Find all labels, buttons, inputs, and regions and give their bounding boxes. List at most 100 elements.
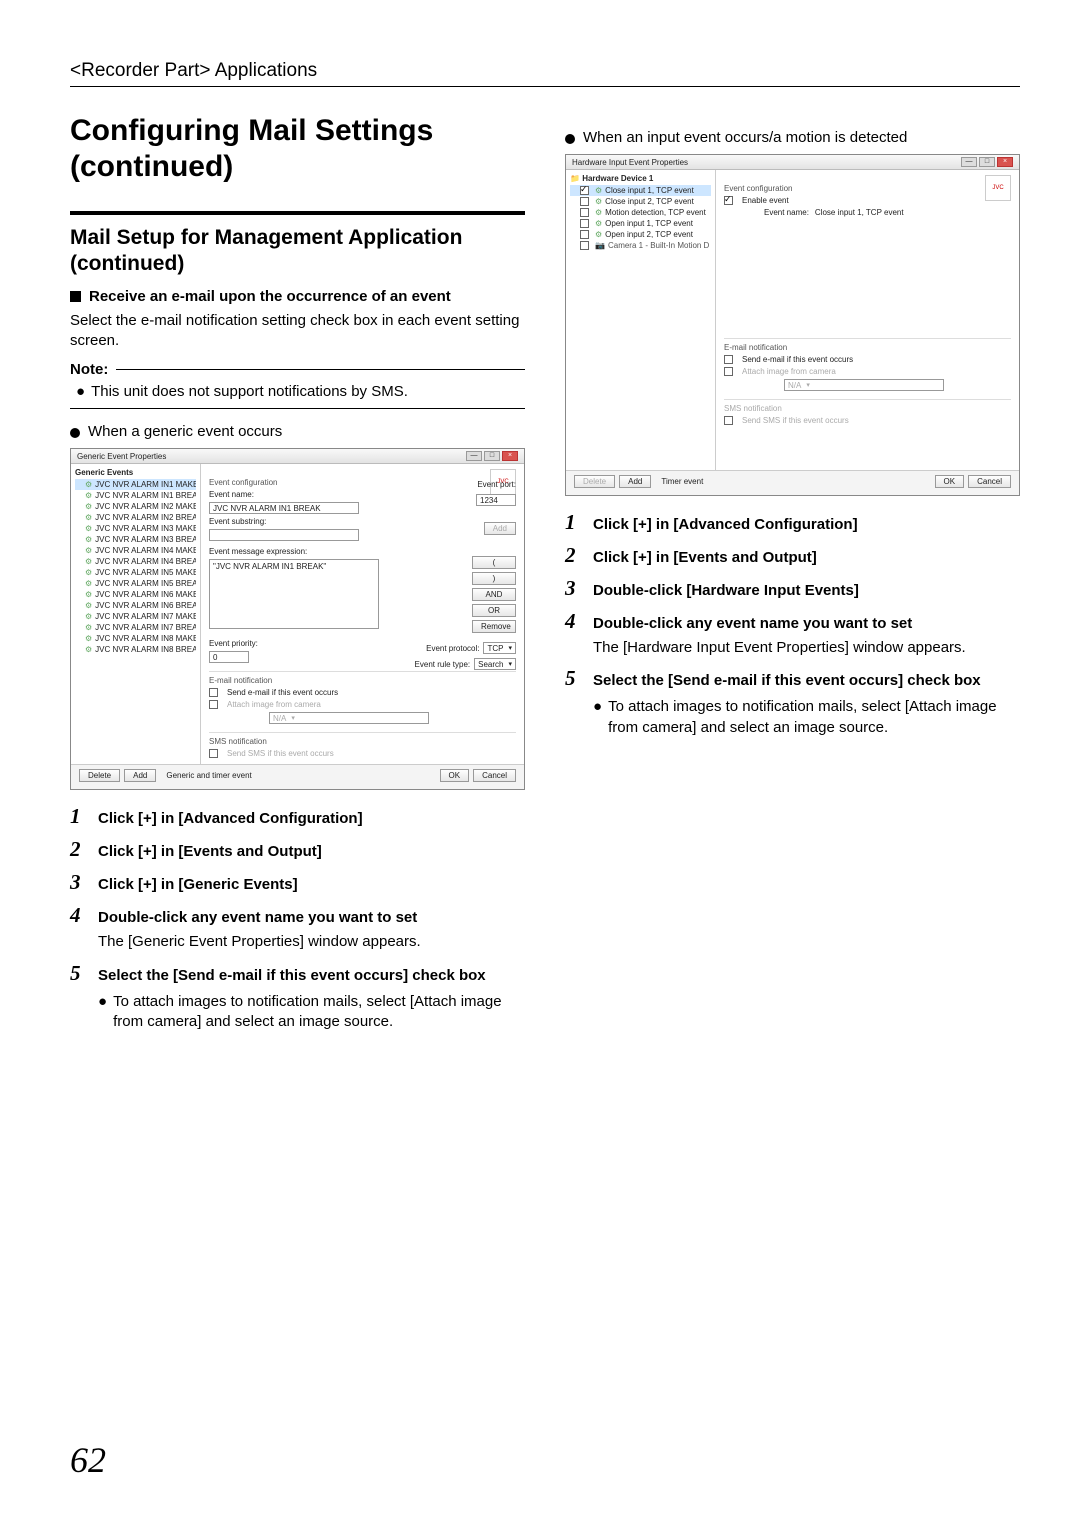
- add-substring-button[interactable]: Add: [484, 522, 516, 535]
- tree-item-label[interactable]: Close input 2, TCP event: [605, 197, 694, 206]
- tree-item-label[interactable]: JVC NVR ALARM IN6 BREAK: [95, 601, 196, 610]
- gear-icon: ⚙: [595, 208, 602, 217]
- section-title: Mail Setup for Management Application (c…: [70, 225, 525, 278]
- cancel-button[interactable]: Cancel: [473, 769, 516, 782]
- attach-image-source-select[interactable]: N/A: [784, 379, 944, 391]
- generic-event-properties-window: Generic Event Properties — □ × JVC Gener…: [70, 448, 525, 790]
- tree-item-label[interactable]: JVC NVR ALARM IN7 MAKE: [95, 612, 196, 621]
- tree-header: 📁 Hardware Device 1: [570, 174, 711, 183]
- send-email-label: Send e-mail if this event occurs: [227, 688, 338, 697]
- tree-checkbox[interactable]: [580, 230, 589, 239]
- step-number: 5: [565, 666, 583, 691]
- tree-item-label[interactable]: JVC NVR ALARM IN5 MAKE: [95, 568, 196, 577]
- hardware-tree[interactable]: 📁 Hardware Device 1 ⚙ Close input 1, TCP …: [566, 170, 716, 470]
- subhead-receive: Receive an e-mail upon the occurrence of…: [89, 288, 451, 305]
- gear-icon: ⚙: [85, 612, 92, 621]
- step-number: 4: [565, 609, 583, 634]
- step-text: Double-click any event name you want to …: [593, 614, 912, 634]
- circle-bullet-icon: [70, 428, 80, 438]
- tree-header: Generic Events: [75, 468, 196, 477]
- delete-button[interactable]: Delete: [79, 769, 120, 782]
- tree-item-label[interactable]: JVC NVR ALARM IN8 BREAK: [95, 645, 196, 654]
- tree-item-label[interactable]: Open input 2, TCP event: [605, 230, 693, 239]
- gear-icon: ⚙: [595, 219, 602, 228]
- tree-checkbox[interactable]: [580, 186, 589, 195]
- attach-image-checkbox[interactable]: [724, 367, 733, 376]
- event-substring-input[interactable]: [209, 529, 359, 541]
- generic-occurs-label: When a generic event occurs: [88, 423, 282, 440]
- step-number: 3: [70, 870, 88, 895]
- event-port-label: Event port:: [477, 480, 516, 489]
- sms-notif-group: SMS notification: [209, 732, 516, 746]
- step-number: 3: [565, 576, 583, 601]
- event-port-input[interactable]: 1234: [476, 494, 516, 506]
- tree-item-label[interactable]: JVC NVR ALARM IN7 BREAK: [95, 623, 196, 632]
- event-protocol-select[interactable]: TCP: [483, 642, 516, 654]
- send-email-label: Send e-mail if this event occurs: [742, 355, 853, 364]
- expr-paren-close-button[interactable]: ): [472, 572, 516, 585]
- tree-item-label[interactable]: JVC NVR ALARM IN3 MAKE: [95, 524, 196, 533]
- expr-or-button[interactable]: OR: [472, 604, 516, 617]
- attach-image-label: Attach image from camera: [227, 700, 321, 709]
- generic-events-tree[interactable]: Generic Events ⚙JVC NVR ALARM IN1 MAKE ⚙…: [71, 464, 201, 764]
- tree-item-label[interactable]: Camera 1 - Built-In Motion D: [608, 241, 709, 250]
- tree-item-label[interactable]: JVC NVR ALARM IN3 BREAK: [95, 535, 196, 544]
- expr-remove-button[interactable]: Remove: [472, 620, 516, 633]
- breadcrumb: <Recorder Part> Applications: [70, 60, 1020, 87]
- enable-event-checkbox[interactable]: [724, 196, 733, 205]
- event-rule-type-select[interactable]: Search: [474, 658, 516, 670]
- expr-and-button[interactable]: AND: [472, 588, 516, 601]
- tree-item-label[interactable]: JVC NVR ALARM IN4 MAKE: [95, 546, 196, 555]
- close-icon[interactable]: ×: [502, 451, 518, 461]
- send-email-checkbox[interactable]: [724, 355, 733, 364]
- tree-item-label[interactable]: JVC NVR ALARM IN8 MAKE: [95, 634, 196, 643]
- tree-item-label[interactable]: JVC NVR ALARM IN1 BREAK: [95, 491, 196, 500]
- tree-item-label[interactable]: JVC NVR ALARM IN5 BREAK: [95, 579, 196, 588]
- footer-text: Generic and timer event: [166, 771, 251, 780]
- send-sms-checkbox[interactable]: [209, 749, 218, 758]
- tree-item-label[interactable]: Motion detection, TCP event: [605, 208, 706, 217]
- maximize-icon[interactable]: □: [484, 451, 500, 461]
- tree-checkbox[interactable]: [580, 219, 589, 228]
- close-icon[interactable]: ×: [997, 157, 1013, 167]
- event-name-input[interactable]: JVC NVR ALARM IN1 BREAK: [209, 502, 359, 514]
- tree-checkbox[interactable]: [580, 197, 589, 206]
- cancel-button[interactable]: Cancel: [968, 475, 1011, 488]
- tree-item-label[interactable]: Close input 1, TCP event: [605, 186, 694, 195]
- event-msg-expr-input[interactable]: "JVC NVR ALARM IN1 BREAK": [209, 559, 379, 629]
- tree-item-label[interactable]: JVC NVR ALARM IN1 MAKE: [95, 480, 196, 489]
- tree-item-label[interactable]: JVC NVR ALARM IN6 MAKE: [95, 590, 196, 599]
- email-notif-group: E-mail notification: [209, 671, 516, 685]
- expr-paren-open-button[interactable]: (: [472, 556, 516, 569]
- tree-item-label[interactable]: JVC NVR ALARM IN2 MAKE: [95, 502, 196, 511]
- nested-bullet-text: To attach images to notification mails, …: [608, 697, 1020, 738]
- add-button[interactable]: Add: [124, 769, 156, 782]
- tree-item-label[interactable]: Open input 1, TCP event: [605, 219, 693, 228]
- event-priority-label: Event priority:: [209, 639, 258, 648]
- gear-icon: ⚙: [85, 579, 92, 588]
- input-motion-label: When an input event occurs/a motion is d…: [583, 129, 907, 146]
- send-email-checkbox[interactable]: [209, 688, 218, 697]
- delete-button[interactable]: Delete: [574, 475, 615, 488]
- step-text: Select the [Send e-mail if this event oc…: [98, 966, 486, 986]
- add-button[interactable]: Add: [619, 475, 651, 488]
- step-text: Double-click any event name you want to …: [98, 908, 417, 928]
- intro-text: Select the e-mail notification setting c…: [70, 311, 525, 352]
- step-number: 5: [70, 961, 88, 986]
- maximize-icon[interactable]: □: [979, 157, 995, 167]
- attach-image-source-select[interactable]: N/A: [269, 712, 429, 724]
- minimize-icon[interactable]: —: [466, 451, 482, 461]
- event-priority-input[interactable]: 0: [209, 651, 249, 663]
- tree-checkbox[interactable]: [580, 208, 589, 217]
- minimize-icon[interactable]: —: [961, 157, 977, 167]
- sms-notif-group: SMS notification: [724, 399, 1011, 413]
- ok-button[interactable]: OK: [935, 475, 965, 488]
- send-sms-checkbox[interactable]: [724, 416, 733, 425]
- tree-item-label[interactable]: JVC NVR ALARM IN4 BREAK: [95, 557, 196, 566]
- tree-item-label[interactable]: JVC NVR ALARM IN2 BREAK: [95, 513, 196, 522]
- ok-button[interactable]: OK: [440, 769, 470, 782]
- gear-icon: ⚙: [85, 590, 92, 599]
- tree-checkbox[interactable]: [580, 241, 589, 250]
- attach-image-checkbox[interactable]: [209, 700, 218, 709]
- gear-icon: ⚙: [85, 491, 92, 500]
